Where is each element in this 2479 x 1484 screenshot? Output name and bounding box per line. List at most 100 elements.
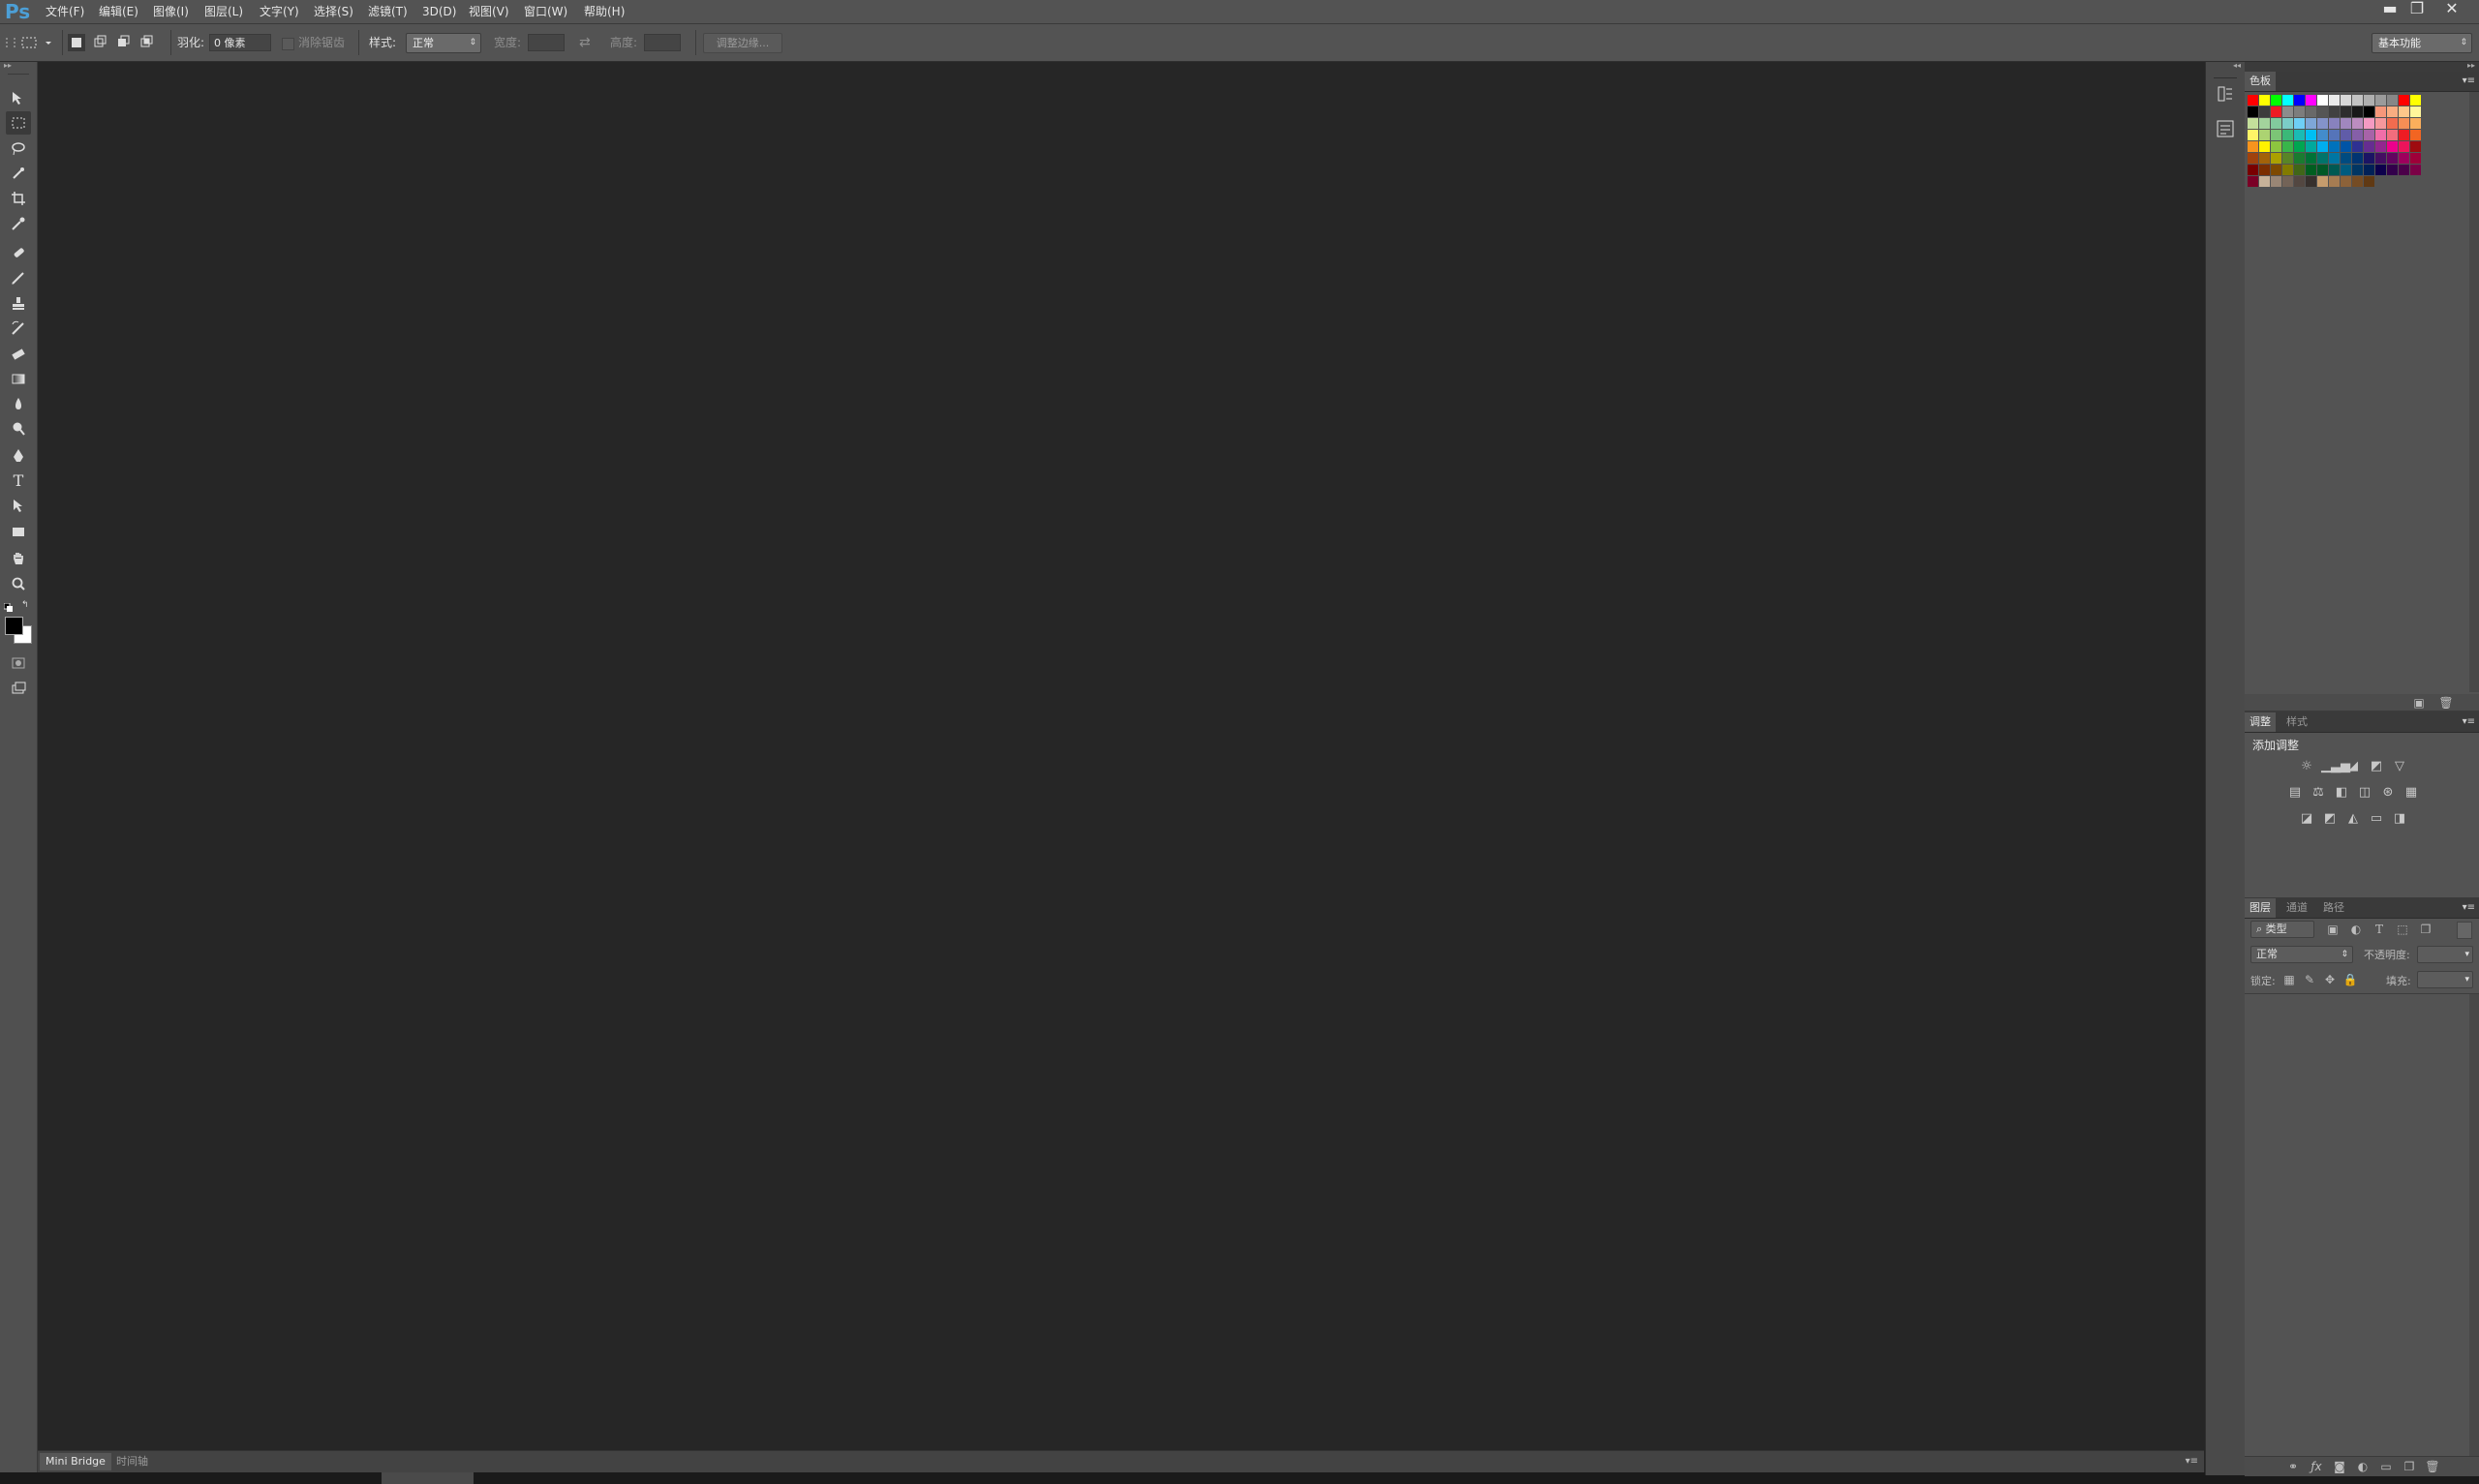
levels-icon[interactable]: ▁▃▅ (2321, 758, 2350, 775)
color-swatch[interactable] (2306, 153, 2316, 164)
pen-tool-icon[interactable] (6, 444, 31, 468)
color-swatch[interactable] (2387, 153, 2398, 164)
fx-icon[interactable]: ƒx (2309, 1459, 2324, 1474)
color-swatch[interactable] (2364, 153, 2374, 164)
color-swatch[interactable] (2410, 165, 2421, 175)
tool-preset-picker[interactable] (19, 34, 56, 51)
color-swatch[interactable] (2399, 95, 2409, 106)
color-swatch[interactable] (2294, 118, 2305, 129)
healing-brush-tool-icon[interactable] (6, 241, 31, 264)
lock-position-icon[interactable]: ✥ (2322, 972, 2338, 987)
color-swatch[interactable] (2375, 165, 2386, 175)
color-swatch[interactable] (2352, 106, 2363, 117)
width-input[interactable] (528, 34, 565, 51)
color-swatch[interactable] (2259, 130, 2270, 140)
color-swatch[interactable] (2399, 130, 2409, 140)
color-swatch[interactable] (2259, 141, 2270, 152)
color-swatch[interactable] (2259, 165, 2270, 175)
menu-layer[interactable]: 图层(L) (204, 0, 243, 23)
document-area[interactable] (38, 62, 2204, 1450)
color-swatch[interactable] (2248, 153, 2258, 164)
color-swatch[interactable] (2387, 95, 2398, 106)
default-colors-icon[interactable] (3, 601, 14, 612)
adjustment-layer-icon[interactable]: ◐ (2355, 1459, 2371, 1474)
menu-edit[interactable]: 编辑(E) (99, 0, 138, 23)
restore-button[interactable]: ❐ (2402, 0, 2433, 19)
close-button[interactable]: ✕ (2436, 0, 2467, 19)
color-swatch[interactable] (2364, 118, 2374, 129)
menu-help[interactable]: 帮助(H) (584, 0, 625, 23)
color-swatch[interactable] (2329, 141, 2340, 152)
collapse-toolbar-icon[interactable]: ▸▸ (4, 62, 33, 70)
color-swatch[interactable] (2306, 106, 2316, 117)
color-swatch[interactable] (2248, 176, 2258, 187)
layers-scrollbar[interactable] (2469, 994, 2479, 1456)
color-swatch[interactable] (2399, 118, 2409, 129)
color-swatch[interactable] (2364, 165, 2374, 175)
color-swatch[interactable] (2248, 130, 2258, 140)
color-swatch[interactable] (2329, 130, 2340, 140)
color-swatch[interactable] (2375, 106, 2386, 117)
add-mask-icon[interactable]: ◙ (2332, 1459, 2347, 1474)
color-swatch[interactable] (2317, 95, 2328, 106)
color-swatch[interactable] (2399, 153, 2409, 164)
color-swatch[interactable] (2259, 118, 2270, 129)
color-swatch[interactable] (2375, 95, 2386, 106)
color-swatch[interactable] (2294, 106, 2305, 117)
color-swatch[interactable] (2329, 176, 2340, 187)
color-swatch[interactable] (2317, 106, 2328, 117)
color-swatch[interactable] (2248, 165, 2258, 175)
color-swatch[interactable] (2329, 118, 2340, 129)
channel-mixer-icon[interactable]: ⊛ (2379, 784, 2397, 802)
color-swatch[interactable] (2364, 130, 2374, 140)
color-swatch[interactable] (2294, 130, 2305, 140)
color-swatch[interactable] (2282, 130, 2293, 140)
color-swatch[interactable] (2329, 165, 2340, 175)
color-swatch[interactable] (2341, 141, 2351, 152)
color-swatch[interactable] (2364, 141, 2374, 152)
color-swatch[interactable] (2248, 141, 2258, 152)
color-swatch[interactable] (2341, 118, 2351, 129)
panel-menu-icon[interactable]: ▾≡ (2186, 1453, 2198, 1470)
tab-styles[interactable]: 样式 (2281, 712, 2312, 732)
style-select[interactable]: 正常 ⇕ (406, 33, 481, 53)
color-swatch[interactable] (2387, 118, 2398, 129)
timeline-tab[interactable]: 时间轴 (110, 1453, 154, 1470)
swap-dimensions-icon[interactable]: ⇄ (579, 24, 591, 61)
lasso-tool-icon[interactable] (6, 136, 31, 160)
color-swatch[interactable] (2317, 176, 2328, 187)
color-swatch[interactable] (2271, 153, 2281, 164)
color-swatch[interactable] (2282, 106, 2293, 117)
color-swatch[interactable] (2271, 106, 2281, 117)
color-swatch[interactable] (2294, 176, 2305, 187)
color-swatch[interactable] (2294, 141, 2305, 152)
new-swatch-icon[interactable]: ▣ (2411, 695, 2427, 711)
color-swatch[interactable] (2317, 153, 2328, 164)
color-swatch[interactable] (2294, 153, 2305, 164)
menu-select[interactable]: 选择(S) (314, 0, 353, 23)
tab-paths[interactable]: 路径 (2318, 898, 2349, 918)
blur-tool-icon[interactable] (6, 392, 31, 415)
swap-colors-icon[interactable]: ↰ (21, 600, 31, 610)
filter-pixel-icon[interactable]: ▣ (2325, 922, 2341, 937)
color-swatch[interactable] (2341, 153, 2351, 164)
color-swatch[interactable] (2306, 141, 2316, 152)
color-swatch[interactable] (2410, 153, 2421, 164)
properties-panel-icon[interactable] (2215, 118, 2236, 139)
filter-type-icon[interactable]: T (2372, 922, 2387, 937)
tab-channels[interactable]: 通道 (2281, 898, 2312, 918)
type-tool-icon[interactable]: T (6, 469, 31, 493)
filter-adjust-icon[interactable]: ◐ (2348, 922, 2364, 937)
exposure-icon[interactable]: ◩ (2368, 758, 2385, 775)
invert-icon[interactable]: ◪ (2298, 810, 2315, 828)
color-swatch[interactable] (2317, 118, 2328, 129)
link-layers-icon[interactable]: ⚭ (2285, 1459, 2301, 1474)
lock-transparency-icon[interactable]: ▦ (2281, 972, 2297, 987)
menu-view[interactable]: 视图(V) (469, 0, 509, 23)
path-select-tool-icon[interactable] (6, 495, 31, 518)
color-swatch[interactable] (2271, 130, 2281, 140)
panel-menu-icon[interactable]: ▾≡ (2463, 898, 2475, 918)
color-swatch[interactable] (2329, 95, 2340, 106)
color-swatch[interactable] (2306, 118, 2316, 129)
collapse-panels-icon[interactable]: ▸▸ (2467, 62, 2475, 70)
